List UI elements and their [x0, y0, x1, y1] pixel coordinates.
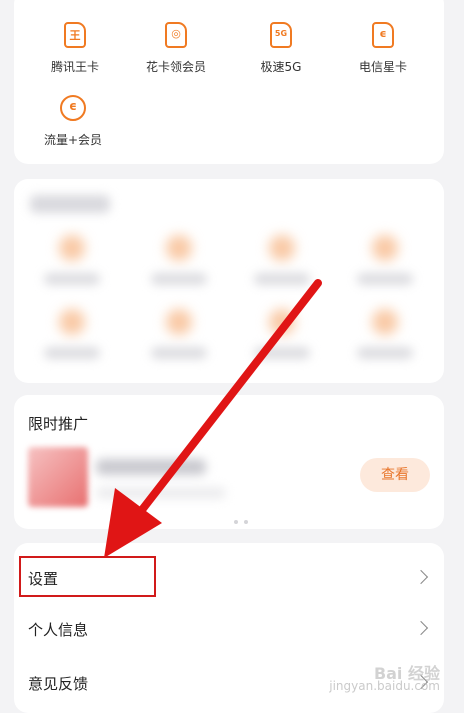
promotion-image[interactable] [28, 447, 88, 507]
sim-card-dianxin-icon: ϵ [372, 22, 394, 48]
view-button[interactable]: 查看 [360, 458, 430, 492]
grid-item-label: 极速5G [260, 60, 302, 74]
blurred-text [44, 273, 100, 285]
service-grid-card: 王 腾讯王卡 ◎ 花卡领会员 5G 极速5G ϵ 电信星卡 ϵ 流量+会员 [14, 0, 444, 164]
blurred-icon [59, 235, 85, 261]
menu-item-personal-info[interactable]: 个人信息 [14, 604, 444, 656]
baidu-watermark: Bai 经验 jingyan.baidu.com [329, 666, 440, 693]
watermark-url: jingyan.baidu.com [329, 679, 440, 693]
grid-item-tencent-king-card[interactable]: 王 腾讯王卡 [30, 22, 120, 75]
grid-item-traffic-member[interactable]: ϵ 流量+会员 [28, 95, 118, 148]
blurred-text [357, 273, 413, 285]
menu-item-label: 个人信息 [28, 621, 89, 639]
blurred-icon [166, 309, 192, 335]
carousel-dots [234, 509, 254, 528]
chevron-right-icon [413, 620, 429, 636]
blurred-text [44, 347, 100, 359]
blurred-text [254, 273, 310, 285]
blurred-icon [269, 235, 295, 261]
promotion-blurred-subtitle [96, 487, 226, 499]
grid-item-dianxin-star-card[interactable]: ϵ 电信星卡 [338, 22, 428, 75]
blurred-services-card [14, 179, 444, 383]
sim-card-wang-icon: 王 [64, 22, 86, 48]
sim-card-5g-icon: 5G [270, 22, 292, 48]
blurred-icon [269, 309, 295, 335]
sim-card-hua-icon: ◎ [165, 22, 187, 48]
grid-item-label: 腾讯王卡 [50, 60, 99, 74]
grid-item-label: 流量+会员 [43, 133, 103, 147]
blurred-text [151, 273, 207, 285]
blurred-text [254, 347, 310, 359]
grid-item-5g[interactable]: 5G 极速5G [236, 22, 326, 75]
grid-item-label: 电信星卡 [358, 60, 407, 74]
traffic-member-icon: ϵ [60, 95, 86, 121]
promotion-blurred-title [96, 459, 206, 475]
blurred-icon [59, 309, 85, 335]
blurred-title [30, 195, 110, 213]
blurred-icon [166, 235, 192, 261]
chevron-right-icon [413, 569, 429, 585]
settings-highlight-box [19, 556, 156, 597]
promotion-card: 限时推广 查看 [14, 395, 444, 529]
promotion-title: 限时推广 [28, 415, 89, 433]
menu-item-label: 意见反馈 [28, 675, 89, 693]
blurred-text [151, 347, 207, 359]
grid-item-label: 花卡领会员 [145, 60, 206, 74]
blurred-text [357, 347, 413, 359]
blurred-icon [372, 309, 398, 335]
grid-item-hua-card[interactable]: ◎ 花卡领会员 [131, 22, 221, 75]
blurred-icon [372, 235, 398, 261]
